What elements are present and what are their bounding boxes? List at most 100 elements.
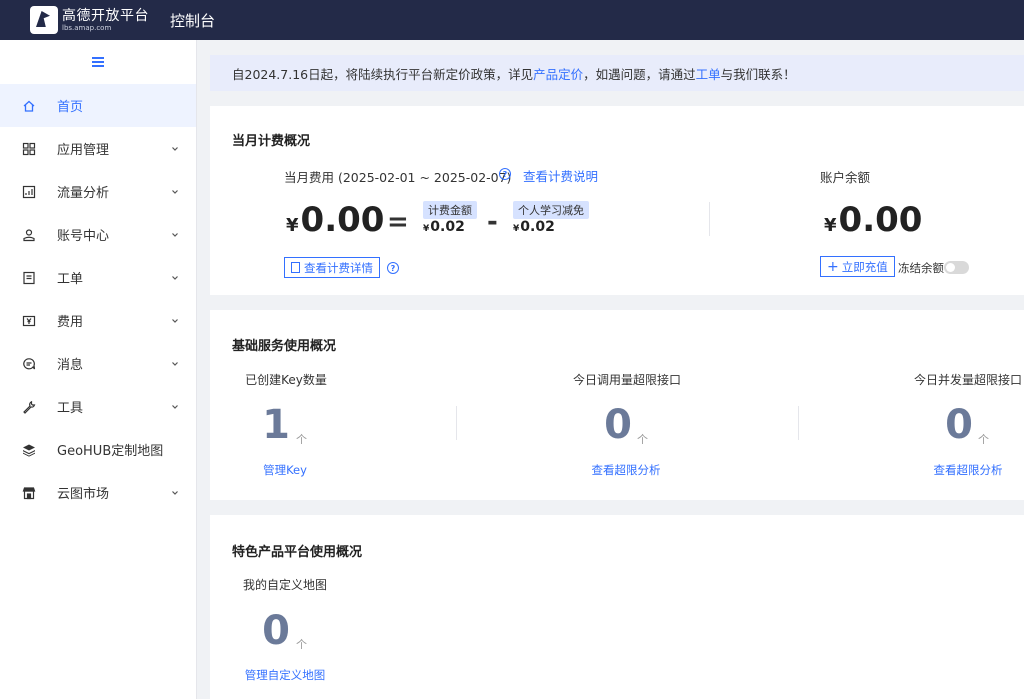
concurrency-limit-exceeded-unit: 个 [978, 433, 989, 446]
amap-logo-icon [30, 6, 58, 34]
help-icon[interactable]: ? [499, 168, 511, 180]
logo-title: 高德开放平台 [62, 7, 149, 24]
basic-service-title: 基础服务使用概况 [232, 339, 337, 354]
message-icon [22, 357, 36, 371]
ticket-link[interactable]: 工单 [696, 64, 721, 83]
call-limit-exceeded-unit: 个 [637, 433, 648, 446]
layers-icon [22, 443, 36, 457]
notice-text-middle: ，如遇问题，请通过 [583, 66, 696, 82]
sidebar-item-label: 应用管理 [57, 143, 110, 158]
notice-text-suffix: 与我们联系！ [720, 66, 796, 82]
amap-logo[interactable]: 高德开放平台 lbs.amap.com [30, 4, 154, 36]
chevron-down-icon [172, 189, 178, 194]
grid-icon [22, 142, 36, 156]
concurrency-limit-exceeded-value: 0 [945, 402, 973, 448]
sidebar-item-ticket[interactable]: 工单 [0, 256, 196, 299]
sidebar-item-home[interactable]: 首页 [0, 84, 196, 127]
sidebar-item-cloud-market[interactable]: 云图市场 [0, 471, 196, 514]
account-balance-value: 0.00 [838, 200, 923, 240]
discount-amount: ¥0.02 [513, 219, 555, 235]
sidebar-item-fees[interactable]: 费用 [0, 299, 196, 342]
concurrency-limit-exceeded-label: 今日并发量超限接口 [913, 373, 1023, 387]
currency-symbol: ¥ [824, 215, 837, 236]
charge-amount-tag: 计费金额 [423, 201, 477, 219]
vertical-divider [709, 202, 710, 236]
view-billing-details-label: 查看计费详情 [304, 260, 373, 275]
frozen-balance-toggle[interactable] [944, 261, 969, 274]
equals-sign: = [387, 207, 409, 237]
sidebar-item-label: 流量分析 [57, 186, 110, 201]
sidebar-item-traffic-analysis[interactable]: 流量分析 [0, 170, 196, 213]
home-icon [22, 99, 36, 113]
minus-sign: - [487, 207, 498, 237]
call-limit-exceeded-value: 0 [604, 402, 632, 448]
pricing-notice-banner: 自2024.7.16日起，将陆续执行平台新定价政策，详见 产品定价 ，如遇问题，请通… [210, 55, 1024, 91]
vertical-divider [456, 406, 457, 440]
sidebar-item-tools[interactable]: 工具 [0, 385, 196, 428]
chevron-down-icon [172, 275, 178, 280]
top-bar: 高德开放平台 lbs.amap.com 控制台 [0, 0, 1024, 40]
sidebar-item-geohub[interactable]: GeoHUB定制地图 [0, 428, 196, 471]
charge-amount-value: 0.02 [430, 219, 465, 235]
basic-service-card: 基础服务使用概况 已创建Key数量 1 个 管理Key 今日调用量超限接口 0 … [210, 310, 1024, 500]
chevron-down-icon [172, 232, 178, 237]
frozen-balance-label: 冻结余额 [898, 261, 944, 275]
logo-subtitle: lbs.amap.com [62, 23, 112, 32]
key-count-value: 1 [262, 402, 290, 448]
recharge-button[interactable]: + 立即充值 [820, 256, 895, 277]
chevron-down-icon [172, 404, 178, 409]
console-title[interactable]: 控制台 [170, 10, 215, 31]
sidebar-item-messages[interactable]: 消息 [0, 342, 196, 385]
key-count-unit: 个 [296, 433, 307, 446]
currency-symbol: ¥ [423, 224, 430, 234]
view-call-limit-analysis-link[interactable]: 查看超限分析 [592, 462, 661, 478]
custom-map-label: 我的自定义地图 [242, 578, 328, 592]
manage-key-link[interactable]: 管理Key [263, 462, 307, 478]
yen-icon [22, 314, 36, 328]
call-limit-exceeded-label: 今日调用量超限接口 [572, 373, 682, 387]
sidebar-item-label: 工具 [57, 401, 84, 416]
current-fee-value: 0.00 [300, 200, 385, 240]
document-icon [291, 262, 300, 273]
featured-products-card: 特色产品平台使用概况 我的自定义地图 0 个 管理自定义地图 [210, 515, 1024, 699]
plus-icon: + [827, 258, 839, 275]
custom-map-value: 0 [262, 608, 290, 654]
wrench-icon [22, 400, 36, 414]
sidebar: 首页 应用管理 流量分析 账号中心 工单 费用 消息 工具 GeoHUB定制地图 [0, 40, 197, 699]
sidebar-item-account-center[interactable]: 账号中心 [0, 213, 196, 256]
current-fee-label: 当月费用 (2025-02-01 ~ 2025-02-07) [284, 170, 512, 185]
recharge-label: 立即充值 [841, 259, 888, 274]
sidebar-item-label: 工单 [57, 272, 84, 287]
chevron-down-icon [172, 361, 178, 366]
ticket-icon [22, 271, 36, 285]
menu-toggle-button[interactable] [0, 40, 196, 84]
chevron-down-icon [172, 146, 178, 151]
billing-explanation-link[interactable]: 查看计费说明 [523, 166, 598, 185]
account-balance-amount: ¥0.00 [824, 200, 922, 240]
chart-icon [22, 185, 36, 199]
discount-amount-value: 0.02 [520, 219, 555, 235]
custom-map-unit: 个 [296, 638, 307, 651]
charge-amount: ¥0.02 [423, 219, 465, 235]
store-icon [22, 486, 36, 500]
product-pricing-link[interactable]: 产品定价 [533, 64, 583, 83]
user-icon [22, 228, 36, 242]
sidebar-item-label: 费用 [57, 315, 84, 330]
key-count-label: 已创建Key数量 [245, 373, 327, 387]
sidebar-item-label: 消息 [57, 358, 84, 373]
chevron-down-icon [172, 490, 178, 495]
featured-products-title: 特色产品平台使用概况 [232, 545, 363, 560]
sidebar-item-app-management[interactable]: 应用管理 [0, 127, 196, 170]
manage-custom-map-link[interactable]: 管理自定义地图 [245, 667, 326, 683]
view-billing-details-button[interactable]: 查看计费详情 [284, 257, 380, 278]
sidebar-item-label: 账号中心 [57, 229, 110, 244]
notice-text-prefix: 自2024.7.16日起，将陆续执行平台新定价政策，详见 [232, 66, 534, 82]
chevron-down-icon [172, 318, 178, 323]
billing-overview-title: 当月计费概况 [232, 134, 311, 149]
help-icon[interactable]: ? [387, 262, 399, 274]
view-concurrency-limit-analysis-link[interactable]: 查看超限分析 [934, 462, 1003, 478]
vertical-divider [798, 406, 799, 440]
sidebar-item-label: 云图市场 [57, 487, 110, 502]
currency-symbol: ¥ [513, 224, 520, 234]
sidebar-item-label: GeoHUB定制地图 [57, 444, 164, 459]
